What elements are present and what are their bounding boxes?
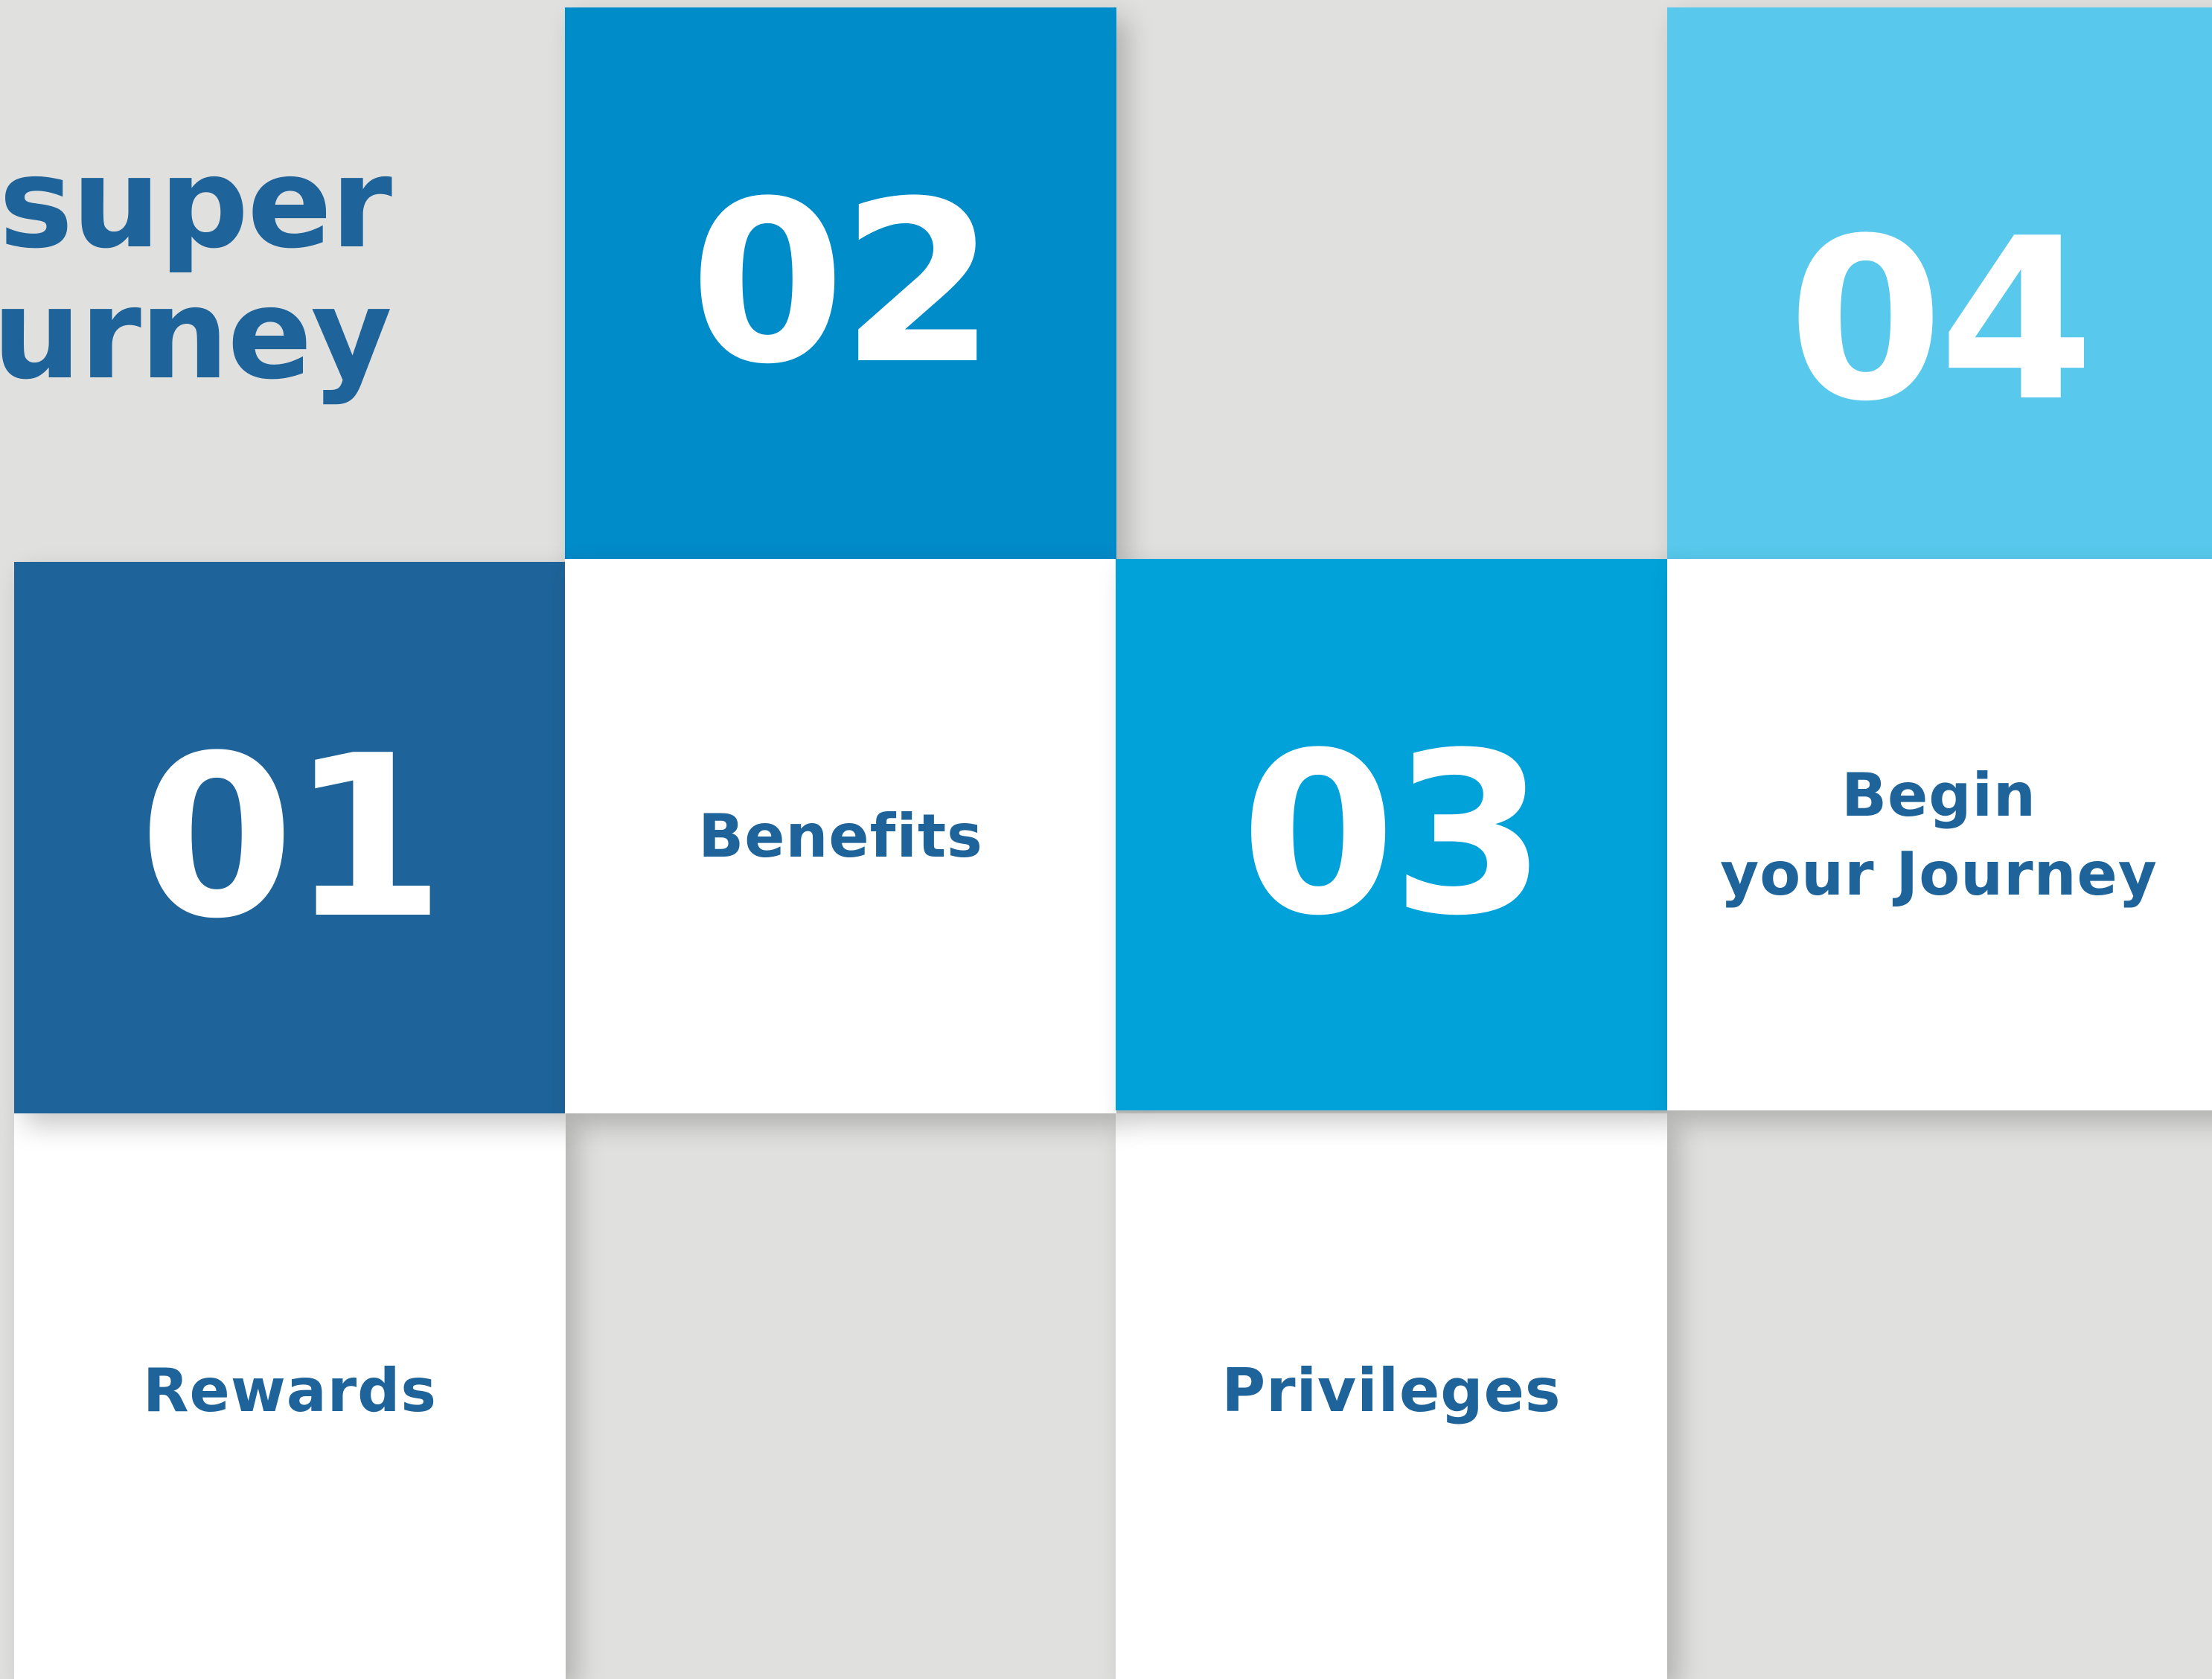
step-01-label: Rewards [142,1356,438,1425]
step-04-label-line-1: Begin [1841,760,2036,830]
step-02-number: 02 [689,153,996,413]
step-03-number-tile: 03 [1116,559,1667,1110]
step-04-label-tile: Begin your Journey [1667,559,2212,1110]
headline-line-2: urney [0,261,392,408]
step-02-label-tile: Benefits [565,559,1116,1113]
step-01-number-tile: 01 [14,562,566,1113]
step-04-number: 04 [1788,190,2094,450]
step-02-number-tile: 02 [565,7,1116,559]
step-03-number: 03 [1240,704,1547,965]
step-02-label: Benefits [698,801,983,871]
step-03-label-tile: Privileges [1116,1113,1667,1679]
step-04-number-tile: 04 [1667,7,2212,559]
step-01-number: 01 [138,707,445,968]
step-01-label-tile: Rewards [14,1113,566,1679]
step-03-label: Privileges [1221,1356,1561,1425]
headline: super urney [0,130,392,408]
headline-line-1: super [0,130,392,276]
step-04-label-line-2: your Journey [1720,839,2158,909]
